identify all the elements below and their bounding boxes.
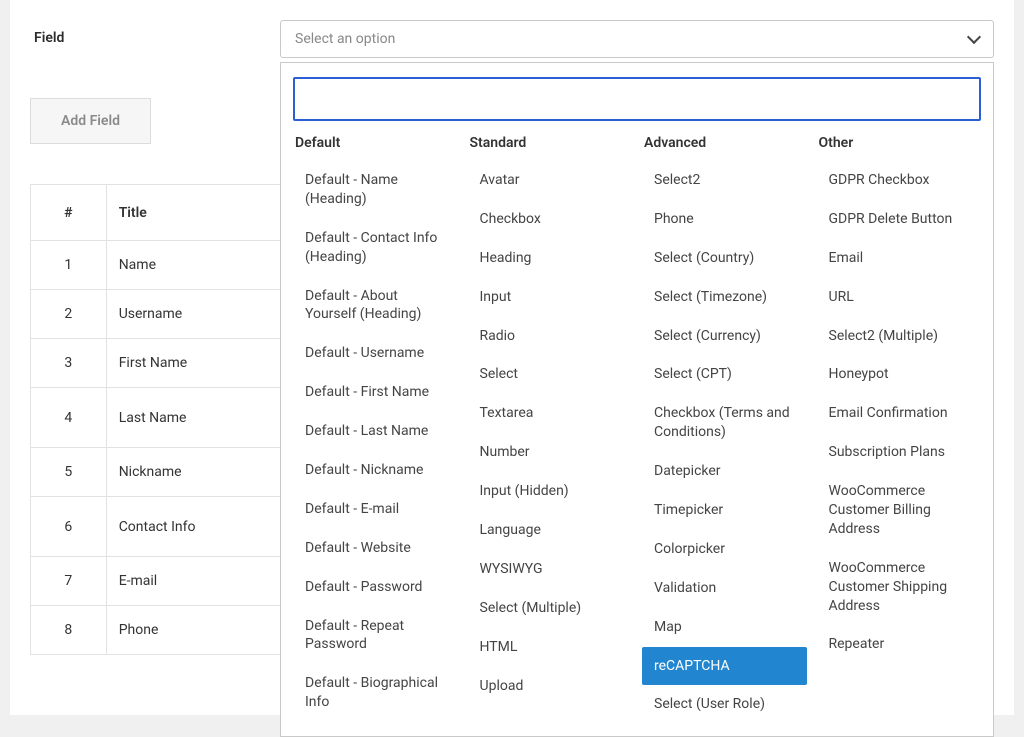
dropdown-option[interactable]: Default - Username bbox=[293, 334, 458, 373]
dropdown-group: AdvancedSelect2PhoneSelect (Country)Sele… bbox=[642, 135, 807, 724]
table-row[interactable]: 2Username bbox=[31, 290, 290, 339]
dropdown-group: OtherGDPR CheckboxGDPR Delete ButtonEmai… bbox=[817, 135, 982, 724]
dropdown-option[interactable]: Default - Contact Info (Heading) bbox=[293, 219, 458, 277]
field-label: Field bbox=[30, 20, 280, 46]
dropdown-option[interactable]: Default - Biographical Info bbox=[293, 664, 458, 722]
row-title: First Name bbox=[106, 339, 289, 388]
field-select-wrap: Select an option DefaultDefault - Name (… bbox=[280, 20, 994, 58]
dropdown-option[interactable]: Validation bbox=[642, 569, 807, 608]
table-row[interactable]: 6Contact Info bbox=[31, 497, 290, 557]
fields-table: # Title 1Name2Username3First Name4Last N… bbox=[30, 184, 290, 655]
dropdown-option[interactable]: Default - E-mail bbox=[293, 490, 458, 529]
dropdown-option[interactable]: Datepicker bbox=[642, 452, 807, 491]
dropdown-option[interactable]: Repeater bbox=[817, 625, 982, 664]
dropdown-option[interactable]: Default - Password bbox=[293, 568, 458, 607]
form-builder-panel: Field Select an option DefaultDefault - … bbox=[10, 0, 1014, 715]
dropdown-option[interactable]: Select2 bbox=[642, 161, 807, 200]
field-select-placeholder: Select an option bbox=[295, 31, 395, 47]
dropdown-group-title: Other bbox=[819, 135, 982, 151]
row-num: 5 bbox=[31, 448, 107, 497]
dropdown-option[interactable]: Select (Currency) bbox=[642, 317, 807, 356]
dropdown-group: DefaultDefault - Name (Heading)Default -… bbox=[293, 135, 458, 724]
dropdown-option[interactable]: Input (Hidden) bbox=[468, 472, 633, 511]
dropdown-option[interactable]: WooCommerce Customer Billing Address bbox=[817, 472, 982, 549]
dropdown-group-title: Default bbox=[295, 135, 458, 151]
dropdown-group: StandardAvatarCheckboxHeadingInputRadioS… bbox=[468, 135, 633, 724]
dropdown-option[interactable]: Textarea bbox=[468, 394, 633, 433]
row-num: 3 bbox=[31, 339, 107, 388]
dropdown-group-title: Standard bbox=[470, 135, 633, 151]
dropdown-option[interactable]: Input bbox=[468, 278, 633, 317]
row-title: Last Name bbox=[106, 388, 289, 448]
dropdown-option[interactable]: Map bbox=[642, 608, 807, 647]
table-row[interactable]: 7E-mail bbox=[31, 557, 290, 606]
row-title: Phone bbox=[106, 606, 289, 655]
dropdown-option[interactable]: Default - First Name bbox=[293, 373, 458, 412]
dropdown-option[interactable]: Subscription Plans bbox=[817, 433, 982, 472]
dropdown-option[interactable]: Phone bbox=[642, 200, 807, 239]
row-title: Username bbox=[106, 290, 289, 339]
row-num: 6 bbox=[31, 497, 107, 557]
dropdown-option[interactable]: Default - Name (Heading) bbox=[293, 161, 458, 219]
dropdown-option[interactable]: URL bbox=[817, 278, 982, 317]
dropdown-option[interactable]: Default - Repeat Password bbox=[293, 607, 458, 665]
row-title: E-mail bbox=[106, 557, 289, 606]
dropdown-option[interactable]: Colorpicker bbox=[642, 530, 807, 569]
row-title: Nickname bbox=[106, 448, 289, 497]
dropdown-option[interactable]: Select (Timezone) bbox=[642, 278, 807, 317]
add-field-label: Add Field bbox=[61, 113, 120, 129]
dropdown-option[interactable]: Select (Country) bbox=[642, 239, 807, 278]
dropdown-option[interactable]: GDPR Delete Button bbox=[817, 200, 982, 239]
col-header-num: # bbox=[31, 185, 107, 241]
dropdown-option[interactable]: Language bbox=[468, 511, 633, 550]
dropdown-option[interactable]: Number bbox=[468, 433, 633, 472]
dropdown-group-title: Advanced bbox=[644, 135, 807, 151]
chevron-down-icon bbox=[967, 30, 981, 44]
table-row[interactable]: 8Phone bbox=[31, 606, 290, 655]
row-title: Contact Info bbox=[106, 497, 289, 557]
add-field-button[interactable]: Add Field bbox=[30, 98, 151, 144]
table-row[interactable]: 1Name bbox=[31, 241, 290, 290]
field-select[interactable]: Select an option bbox=[280, 20, 994, 58]
dropdown-option[interactable]: WYSIWYG bbox=[468, 550, 633, 589]
dropdown-option[interactable]: Email Confirmation bbox=[817, 394, 982, 433]
row-num: 2 bbox=[31, 290, 107, 339]
dropdown-option[interactable]: Select (User Role) bbox=[642, 685, 807, 724]
col-header-title: Title bbox=[106, 185, 289, 241]
row-num: 7 bbox=[31, 557, 107, 606]
row-title: Name bbox=[106, 241, 289, 290]
dropdown-option[interactable]: WooCommerce Customer Shipping Address bbox=[817, 549, 982, 626]
dropdown-option[interactable]: Upload bbox=[468, 667, 633, 706]
row-num: 4 bbox=[31, 388, 107, 448]
row-num: 8 bbox=[31, 606, 107, 655]
dropdown-option[interactable]: Select bbox=[468, 355, 633, 394]
table-row[interactable]: 3First Name bbox=[31, 339, 290, 388]
table-row[interactable]: 4Last Name bbox=[31, 388, 290, 448]
dropdown-option[interactable]: Checkbox bbox=[468, 200, 633, 239]
table-row[interactable]: 5Nickname bbox=[31, 448, 290, 497]
dropdown-option[interactable]: Default - Last Name bbox=[293, 412, 458, 451]
dropdown-option[interactable]: Honeypot bbox=[817, 355, 982, 394]
row-num: 1 bbox=[31, 241, 107, 290]
dropdown-option[interactable]: Radio bbox=[468, 317, 633, 356]
dropdown-option[interactable]: Select (CPT) bbox=[642, 355, 807, 394]
dropdown-option[interactable]: HTML bbox=[468, 628, 633, 667]
field-row: Field Select an option DefaultDefault - … bbox=[30, 20, 994, 58]
dropdown-option[interactable]: Avatar bbox=[468, 161, 633, 200]
dropdown-option[interactable]: Default - Nickname bbox=[293, 451, 458, 490]
dropdown-option[interactable]: GDPR Checkbox bbox=[817, 161, 982, 200]
dropdown-option[interactable]: Heading bbox=[468, 239, 633, 278]
dropdown-option[interactable]: Select (Multiple) bbox=[468, 589, 633, 628]
dropdown-option[interactable]: reCAPTCHA bbox=[642, 647, 807, 686]
field-select-dropdown: DefaultDefault - Name (Heading)Default -… bbox=[280, 62, 994, 737]
dropdown-option[interactable]: Default - About Yourself (Heading) bbox=[293, 277, 458, 335]
dropdown-option[interactable]: Email bbox=[817, 239, 982, 278]
dropdown-search-input[interactable] bbox=[293, 77, 981, 121]
dropdown-option[interactable]: Checkbox (Terms and Conditions) bbox=[642, 394, 807, 452]
dropdown-option[interactable]: Timepicker bbox=[642, 491, 807, 530]
dropdown-option[interactable]: Default - Website bbox=[293, 529, 458, 568]
dropdown-option[interactable]: Select2 (Multiple) bbox=[817, 317, 982, 356]
